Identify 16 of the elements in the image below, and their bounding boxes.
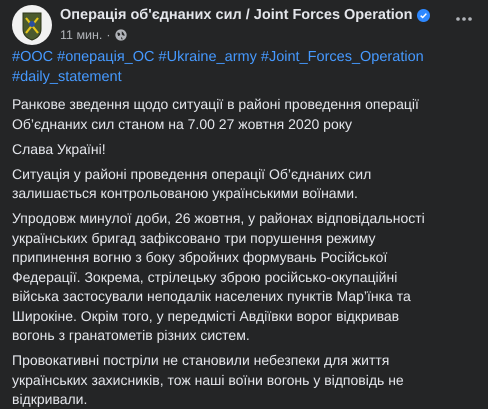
- page-avatar[interactable]: [12, 5, 52, 45]
- separator-dot: ·: [106, 27, 111, 43]
- hashtag-link[interactable]: #Ukraine_army: [158, 49, 257, 65]
- post-paragraph: Ранкове зведення щодо ситуації в районі проведення операції Об’єднаних сил станом на 7.00 27 жовтня 2020 року: [12, 95, 420, 134]
- hashtag-link[interactable]: #daily_statement: [12, 69, 122, 85]
- post-time[interactable]: 11 мин.: [60, 27, 102, 43]
- author-link[interactable]: Операція об'єднаних сил / Joint Forces Operation: [60, 6, 413, 24]
- more-icon: [456, 17, 472, 21]
- post-paragraph: Провокативні постріли не становили небезпеки для життя українських захисників, тож наші воїни вогонь у відповідь не відкривали.: [12, 351, 405, 409]
- post-paragraph: Упродовж минулої доби, 26 жовтня, у районах відповідальності українських бригад зафіксовано три порушення режиму припинення вогню з боку збройних формувань Російської Федерації. Зокрема, стрілецьку зброю російсько-окупаційні війська застосували неподалік населених пунктів Мар’їнка та Широкіне. Окрім того, у передмісті Авдіївки ворог відкривав вогонь з гранатометів різних систем.: [12, 209, 426, 345]
- globe-icon: [114, 29, 127, 41]
- post-paragraph: Ситуація у районі проведення операції Об’єднаних сил залишається контрольованою українськими воїнами.: [12, 164, 372, 203]
- hashtag-link[interactable]: #Joint_Forces_Operation: [260, 49, 424, 65]
- post-paragraph: Слава Україні!: [12, 140, 107, 159]
- hashtag-link[interactable]: #операція_ОС: [57, 49, 154, 65]
- hashtag-link[interactable]: #ООС: [12, 49, 54, 65]
